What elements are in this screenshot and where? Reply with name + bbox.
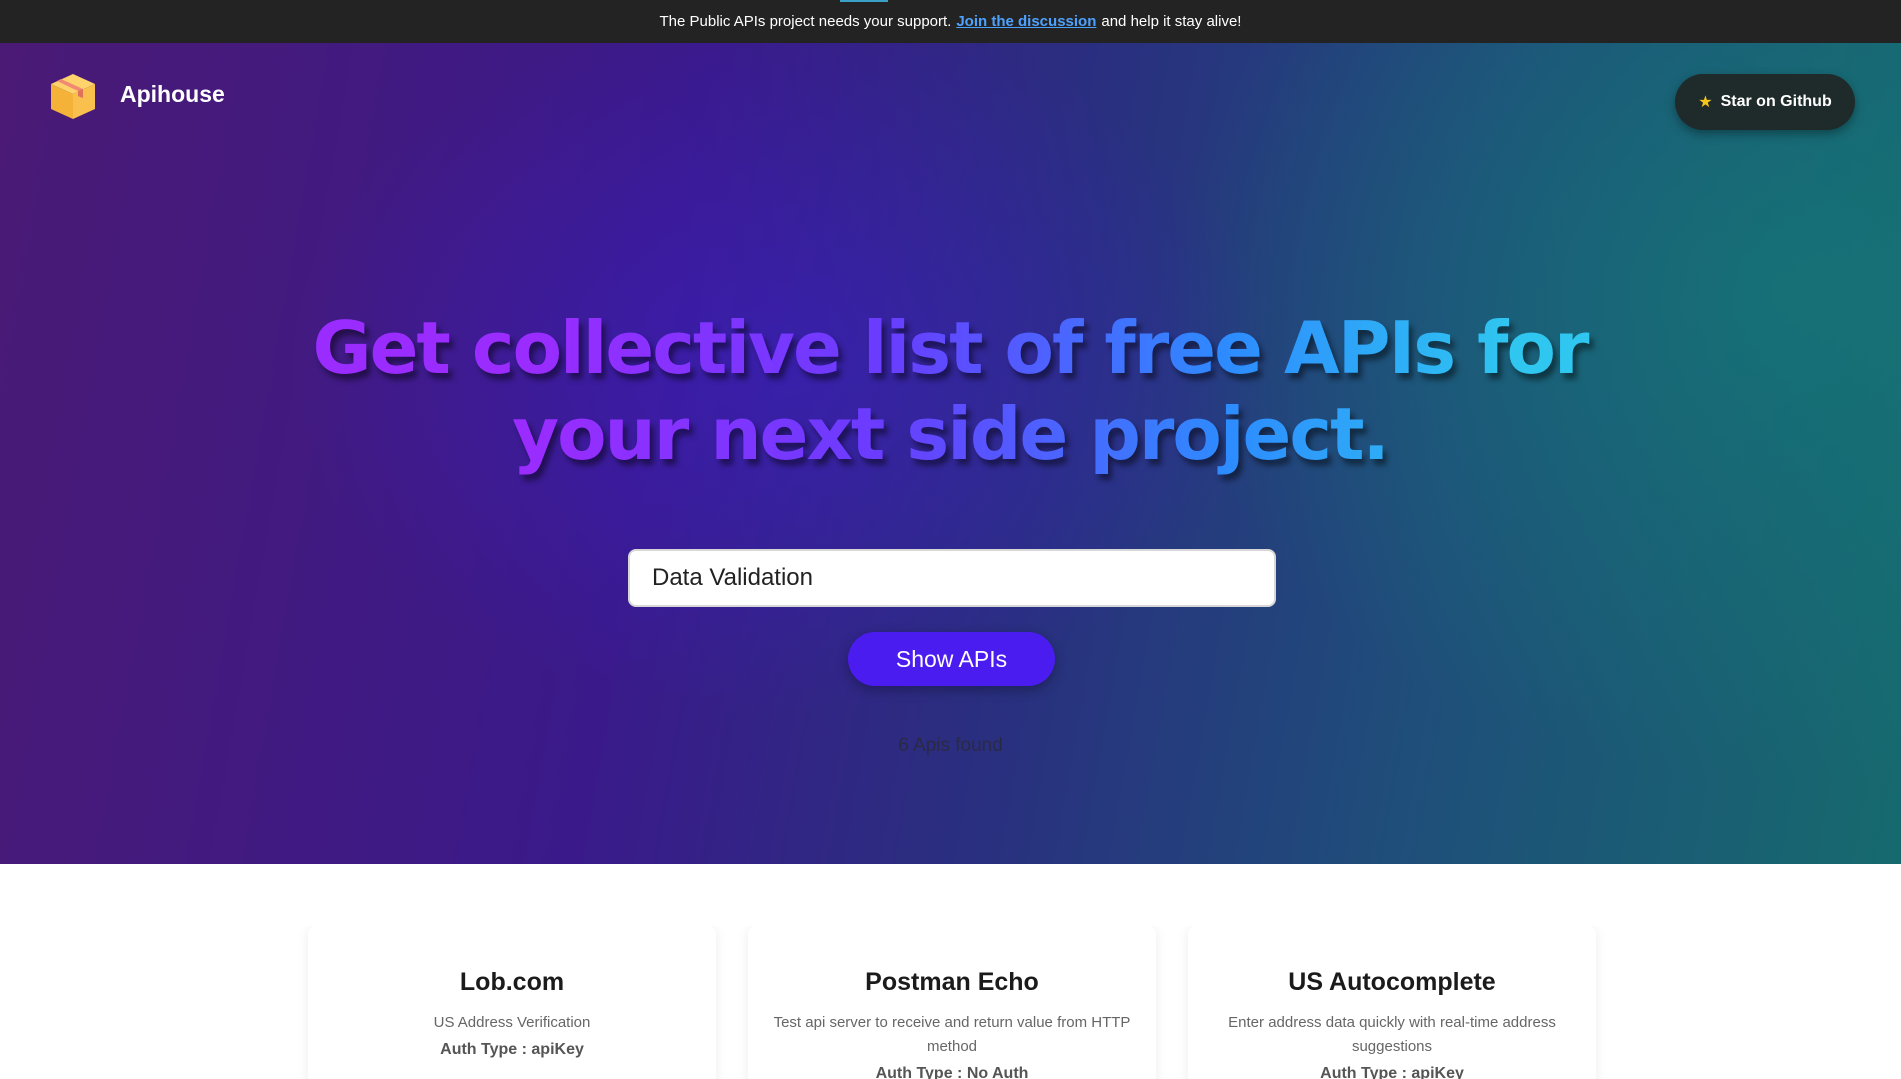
- api-card[interactable]: US Autocomplete Enter address data quick…: [1188, 926, 1596, 1079]
- api-card-title: Postman Echo: [865, 968, 1039, 996]
- api-card[interactable]: Lob.com US Address Verification Auth Typ…: [308, 926, 716, 1079]
- headline-line-1: Get collective list of free APIs for: [312, 306, 1588, 390]
- category-search-input[interactable]: [628, 549, 1276, 607]
- api-card-title: Lob.com: [459, 968, 565, 996]
- api-card-auth: Auth Type : No Auth: [875, 1065, 1029, 1079]
- package-box-icon[interactable]: [48, 71, 98, 121]
- star-on-github-button[interactable]: ★ Star on Github: [1675, 74, 1855, 130]
- hero-section: Apihouse ★ Star on Github Get collective…: [0, 43, 1901, 864]
- api-cards-grid: Lob.com US Address Verification Auth Typ…: [0, 926, 1901, 1079]
- banner-indicator: [840, 0, 888, 2]
- api-card-description: US Address Verification: [433, 1014, 591, 1031]
- results-count: 6 Apis found: [898, 735, 1003, 756]
- join-discussion-link[interactable]: Join the discussion: [956, 13, 1096, 30]
- api-card-title: US Autocomplete: [1288, 968, 1496, 996]
- api-card-auth: Auth Type : apiKey: [440, 1041, 584, 1058]
- star-icon: ★: [1698, 94, 1713, 111]
- headline-line-2: your next side project.: [512, 392, 1388, 476]
- api-card-auth: Auth Type : apiKey: [1320, 1065, 1464, 1079]
- hero-headline: Get collective list of free APIs for you…: [250, 305, 1650, 477]
- show-apis-button[interactable]: Show APIs: [848, 632, 1055, 686]
- banner-text-after: and help it stay alive!: [1101, 13, 1242, 30]
- api-card[interactable]: Postman Echo Test api server to receive …: [748, 926, 1156, 1079]
- star-button-label: Star on Github: [1720, 93, 1832, 110]
- api-card-description: Test api server to receive and return va…: [773, 1014, 1131, 1055]
- api-card-description: Enter address data quickly with real-tim…: [1228, 1014, 1556, 1055]
- banner-text: The Public APIs project needs your suppo…: [659, 13, 952, 30]
- announcement-banner: The Public APIs project needs your suppo…: [0, 0, 1901, 43]
- brand-name[interactable]: Apihouse: [120, 81, 225, 108]
